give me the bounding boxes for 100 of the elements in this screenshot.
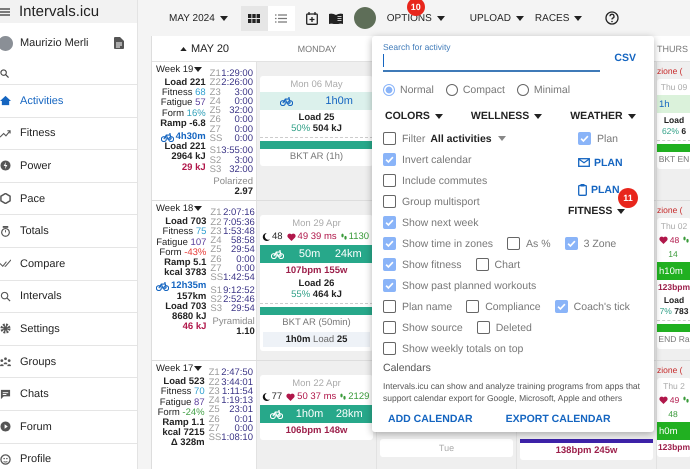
- nav-item[interactable]: Compare: [0, 248, 137, 281]
- activity-header[interactable]: h0m: [657, 422, 690, 440]
- book-icon[interactable]: [328, 12, 343, 24]
- checkbox[interactable]: [383, 237, 396, 250]
- checkbox-label[interactable]: Show time in zones: [402, 238, 494, 250]
- activity-header[interactable]: 1h0m: [260, 92, 373, 110]
- menu-button[interactable]: WEATHER: [570, 110, 636, 122]
- day-card[interactable]: Mon 22 Apr 77 50 37 ms 2129 1h0m 28km 106bpm 148w: [260, 375, 373, 440]
- day-card[interactable]: Thu 02 48 14 h10m 123bpm Load 7% 783 END Ra: [657, 218, 690, 350]
- checkbox[interactable]: [383, 300, 396, 313]
- menu-button[interactable]: WELLNESS: [470, 110, 542, 122]
- radio-label[interactable]: Normal: [400, 84, 434, 96]
- day-card[interactable]: Mon 29 Apr 48 49 39 ms 1130 50m 24km 107bpm 155w Load 26 55% 464 kJ BKT AR (50min) 1h0m Load 25: [260, 215, 373, 352]
- plan-button[interactable]: PLAN: [578, 176, 620, 203]
- search-icon[interactable]: [0, 69, 9, 78]
- user-name[interactable]: Maurizio Merli: [20, 37, 114, 49]
- checkbox[interactable]: [383, 279, 396, 292]
- checkbox[interactable]: [383, 342, 396, 355]
- activity-header[interactable]: 50m 24km: [260, 245, 373, 264]
- checkbox-label[interactable]: Plan name: [402, 300, 452, 312]
- calendar-action-button[interactable]: EXPORT CALENDAR: [506, 413, 611, 425]
- radio-button[interactable]: [383, 84, 395, 96]
- checkbox[interactable]: [476, 321, 490, 334]
- nav-item[interactable]: Totals: [0, 215, 137, 248]
- day-card[interactable]: Thu 2 49 48 h0m 123bpm: [657, 378, 690, 458]
- checkbox-label[interactable]: Invert calendar: [402, 154, 472, 166]
- planned-workout[interactable]: 1h0m Load 25: [263, 332, 370, 348]
- nav-item[interactable]: Fitness: [0, 118, 137, 150]
- week-label[interactable]: Week 18: [156, 203, 202, 214]
- menu-button[interactable]: UPLOAD: [470, 12, 524, 24]
- calendar-add-icon[interactable]: [306, 12, 318, 24]
- list-view-button[interactable]: [268, 6, 295, 30]
- nav-item[interactable]: Settings: [0, 313, 137, 346]
- csv-button[interactable]: CSV: [614, 52, 636, 64]
- grid-view-button[interactable]: [240, 6, 268, 30]
- checkbox[interactable]: [578, 132, 591, 145]
- checkbox-label[interactable]: Show past planned workouts: [402, 280, 536, 292]
- checkbox-label[interactable]: Include commutes: [402, 174, 488, 186]
- nav-item[interactable]: Intervals: [0, 280, 137, 314]
- plan-button[interactable]: PLAN: [578, 149, 623, 176]
- zone-time: Z6 0:01: [208, 414, 253, 424]
- checkbox[interactable]: [554, 300, 568, 313]
- radio-label[interactable]: Compact: [462, 84, 505, 96]
- checkbox-label[interactable]: Deleted: [496, 322, 532, 334]
- checkbox[interactable]: [507, 237, 520, 250]
- checkbox[interactable]: [383, 195, 396, 208]
- checkbox-label[interactable]: Show next week: [402, 216, 478, 228]
- activity-header[interactable]: 1h0m 28km: [260, 405, 373, 424]
- activity-header[interactable]: [520, 439, 653, 444]
- search-field[interactable]: Search for activity: [383, 42, 600, 72]
- menu-button[interactable]: COLORS: [385, 110, 443, 122]
- month-selector[interactable]: MAY 2024: [169, 12, 228, 24]
- checkbox-label[interactable]: Plan: [597, 132, 618, 144]
- zone-time: Z7 0:00: [210, 264, 255, 274]
- activity-header[interactable]: 1h: [657, 95, 690, 113]
- checkbox[interactable]: [383, 258, 396, 271]
- checkbox-label[interactable]: Show weekly totals on top: [402, 342, 524, 354]
- checkbox-label[interactable]: As %: [526, 238, 551, 250]
- document-icon[interactable]: [114, 37, 124, 49]
- menu-icon[interactable]: [0, 8, 10, 16]
- checkbox[interactable]: [383, 174, 396, 187]
- radio-label[interactable]: Minimal: [534, 84, 570, 96]
- nav-item[interactable]: Profile: [0, 444, 137, 469]
- checkbox-label[interactable]: Show source: [402, 322, 463, 334]
- nav-item[interactable]: Forum: [0, 410, 137, 444]
- checkbox-label[interactable]: Compliance: [485, 300, 541, 312]
- day-card[interactable]: 138bpm 245w: [520, 439, 653, 460]
- nav-item[interactable]: Power: [0, 150, 137, 183]
- checkbox[interactable]: [466, 300, 480, 313]
- checkbox-label[interactable]: Show fitness: [402, 258, 462, 270]
- nav-item[interactable]: Chats: [0, 378, 137, 411]
- week-label[interactable]: Week 17: [156, 363, 202, 374]
- radio-button[interactable]: [446, 84, 458, 96]
- help-icon[interactable]: [605, 11, 620, 25]
- nav-item[interactable]: Activities: [0, 85, 137, 118]
- day-card[interactable]: Mon 06 May 1h0m Load 25 50% 504 kJ BKT AR (1h): [260, 76, 373, 166]
- filter-dropdown[interactable]: All activities: [430, 132, 506, 144]
- day-card[interactable]: Thu 09 1h Load 62% 6 BKT EN: [657, 79, 690, 169]
- week-label[interactable]: Week 19: [156, 64, 202, 75]
- avatar-placeholder[interactable]: [0, 36, 13, 50]
- checkbox[interactable]: [383, 216, 396, 229]
- fitness-menu-button[interactable]: FITNESS: [568, 205, 626, 217]
- checkbox-label[interactable]: Filter: [402, 132, 426, 144]
- calendar-action-button[interactable]: ADD CALENDAR: [388, 413, 473, 425]
- checkbox[interactable]: [383, 132, 396, 145]
- menu-button[interactable]: RACES: [534, 12, 582, 24]
- radio-button[interactable]: [516, 84, 529, 96]
- checkbox[interactable]: [476, 258, 489, 271]
- avatar-placeholder[interactable]: [354, 7, 376, 29]
- checkbox[interactable]: [383, 321, 396, 334]
- activity-header[interactable]: h10m: [657, 262, 690, 280]
- checkbox-label[interactable]: Coach's tick: [574, 300, 630, 312]
- date-range-label[interactable]: MAY 20: [152, 36, 257, 61]
- checkbox[interactable]: [564, 237, 578, 250]
- checkbox-label[interactable]: Chart: [494, 258, 520, 270]
- nav-item[interactable]: Groups: [0, 346, 137, 378]
- checkbox[interactable]: [383, 153, 396, 166]
- nav-item[interactable]: Pace: [0, 182, 137, 216]
- checkbox-label[interactable]: 3 Zone: [584, 238, 616, 250]
- checkbox-label[interactable]: Group multisport: [402, 196, 480, 208]
